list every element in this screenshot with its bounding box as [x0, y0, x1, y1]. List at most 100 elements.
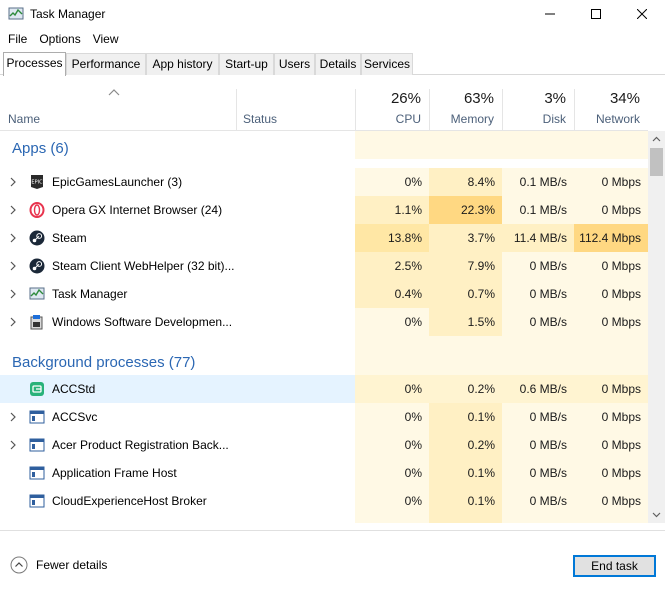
fewer-details-label: Fewer details [36, 558, 108, 572]
chevron-right-icon[interactable] [8, 412, 18, 422]
memory-value: 0.7% [429, 280, 502, 308]
tab-services[interactable]: Services [361, 53, 413, 75]
table-row[interactable]: Steam Client WebHelper (32 bit)... 2.5% … [0, 252, 648, 280]
network-value: 0 Mbps [574, 308, 648, 336]
memory-value: 3.7% [429, 224, 502, 252]
vertical-scrollbar[interactable] [648, 131, 665, 523]
network-value: 112.4 Mbps [574, 224, 648, 252]
process-name: Steam [52, 231, 87, 245]
chevron-right-icon[interactable] [8, 261, 18, 271]
table-row[interactable]: Opera GX Internet Browser (24) 1.1% 22.3… [0, 196, 648, 224]
minimize-icon [545, 13, 555, 15]
group-header-background[interactable]: Background processes (77) [0, 345, 648, 373]
network-value: 0 Mbps [574, 431, 648, 459]
column-network-label: Network [595, 112, 640, 126]
cpu-value: 0.4% [355, 280, 429, 308]
tab-processes[interactable]: Processes [3, 52, 66, 76]
column-status[interactable]: Status [236, 89, 355, 131]
task-manager-icon [29, 287, 45, 300]
table-row[interactable]: ACCSvc 0% 0.1% 0 MB/s 0 Mbps [0, 403, 648, 431]
process-name: ACCStd [52, 382, 96, 396]
svg-text:EPIC: EPIC [31, 180, 43, 186]
tab-app-history[interactable]: App history [146, 53, 219, 75]
scrollbar-thumb[interactable] [650, 148, 663, 176]
steam-icon [29, 230, 45, 246]
chevron-right-icon[interactable] [8, 177, 18, 187]
chevron-right-icon[interactable] [8, 205, 18, 215]
column-cpu[interactable]: 26% CPU [355, 89, 429, 131]
column-header: Name Status 26% CPU 63% Memory 3% Disk 3… [0, 89, 648, 131]
cpu-value: 0% [355, 308, 429, 336]
maximize-button[interactable] [573, 0, 619, 28]
column-memory[interactable]: 63% Memory [429, 89, 502, 131]
disk-value: 0.1 MB/s [502, 168, 574, 196]
tab-start-up[interactable]: Start-up [219, 53, 274, 75]
close-button[interactable] [619, 0, 665, 28]
chevron-right-icon[interactable] [8, 289, 18, 299]
minimize-button[interactable] [527, 0, 573, 28]
cpu-value: 0% [355, 403, 429, 431]
network-value: 0 Mbps [574, 252, 648, 280]
disk-value: 0 MB/s [502, 280, 574, 308]
scroll-down-icon[interactable] [648, 506, 665, 523]
network-value: 0 Mbps [574, 196, 648, 224]
tab-details[interactable]: Details [315, 53, 361, 75]
epic-games-icon: EPIC [31, 175, 43, 189]
tab-bar: Processes Performance App history Start-… [0, 52, 665, 76]
cpu-value: 0% [355, 168, 429, 196]
column-status-label: Status [243, 112, 278, 126]
process-name: Steam Client WebHelper (32 bit)... [52, 259, 235, 273]
cpu-value: 0% [355, 459, 429, 487]
network-value: 0 Mbps [574, 168, 648, 196]
disk-value: 0 MB/s [502, 459, 574, 487]
chevron-right-icon[interactable] [8, 233, 18, 243]
table-row[interactable]: Windows Software Developmen... 0% 1.5% 0… [0, 308, 648, 336]
column-disk[interactable]: 3% Disk [502, 89, 574, 131]
process-table: Apps (6) EPIC EpicGamesLauncher (3) 0% 8… [0, 131, 648, 523]
network-value: 0 Mbps [574, 459, 648, 487]
fewer-details-toggle[interactable]: Fewer details [10, 556, 107, 574]
chevron-right-icon[interactable] [8, 440, 18, 450]
group-header-apps[interactable]: Apps (6) [0, 131, 648, 159]
steam-icon [29, 258, 45, 274]
process-name: Application Frame Host [52, 466, 177, 480]
menu-view[interactable]: View [87, 30, 125, 48]
column-disk-label: Disk [542, 112, 566, 126]
disk-value: 0.1 MB/s [502, 196, 574, 224]
column-memory-label: Memory [450, 112, 494, 126]
process-name: CloudExperienceHost Broker [52, 494, 207, 508]
column-name[interactable]: Name [0, 89, 236, 131]
memory-value: 0.2% [429, 431, 502, 459]
chevron-right-icon[interactable] [8, 317, 18, 327]
opera-gx-icon [29, 202, 45, 218]
memory-value: 7.9% [429, 252, 502, 280]
table-row[interactable]: ACCStd 0% 0.2% 0.6 MB/s 0 Mbps [0, 375, 648, 403]
tab-users[interactable]: Users [274, 53, 315, 75]
process-name: Acer Product Registration Back... [52, 438, 229, 452]
task-manager-icon [8, 7, 24, 20]
memory-value: 22.3% [429, 196, 502, 224]
chevron-up-circle-icon [10, 556, 28, 574]
title-bar: Task Manager [0, 0, 665, 28]
menu-options[interactable]: Options [33, 30, 86, 48]
window-app-icon [29, 494, 45, 508]
disk-value: 0 MB/s [502, 403, 574, 431]
table-row[interactable]: CloudExperienceHost Broker 0% 0.1% 0 MB/… [0, 487, 648, 515]
scroll-up-icon[interactable] [648, 131, 665, 148]
memory-value: 8.4% [429, 168, 502, 196]
process-name: Opera GX Internet Browser (24) [52, 203, 223, 217]
process-name: Windows Software Developmen... [52, 315, 233, 329]
memory-value: 1.5% [429, 308, 502, 336]
table-row[interactable]: Acer Product Registration Back... 0% 0.2… [0, 431, 648, 459]
table-row[interactable]: Task Manager 0.4% 0.7% 0 MB/s 0 Mbps [0, 280, 648, 308]
column-network[interactable]: 34% Network [574, 89, 648, 131]
menu-file[interactable]: File [0, 30, 33, 48]
table-row[interactable]: Application Frame Host 0% 0.1% 0 MB/s 0 … [0, 459, 648, 487]
cpu-value: 2.5% [355, 252, 429, 280]
process-name: Task Manager [52, 287, 128, 301]
cpu-value: 0% [355, 487, 429, 515]
table-row[interactable]: Steam 13.8% 3.7% 11.4 MB/s 112.4 Mbps [0, 224, 648, 252]
table-row[interactable]: EPIC EpicGamesLauncher (3) 0% 8.4% 0.1 M… [0, 168, 648, 196]
tab-performance[interactable]: Performance [66, 53, 146, 75]
end-task-button[interactable]: End task [573, 555, 656, 577]
